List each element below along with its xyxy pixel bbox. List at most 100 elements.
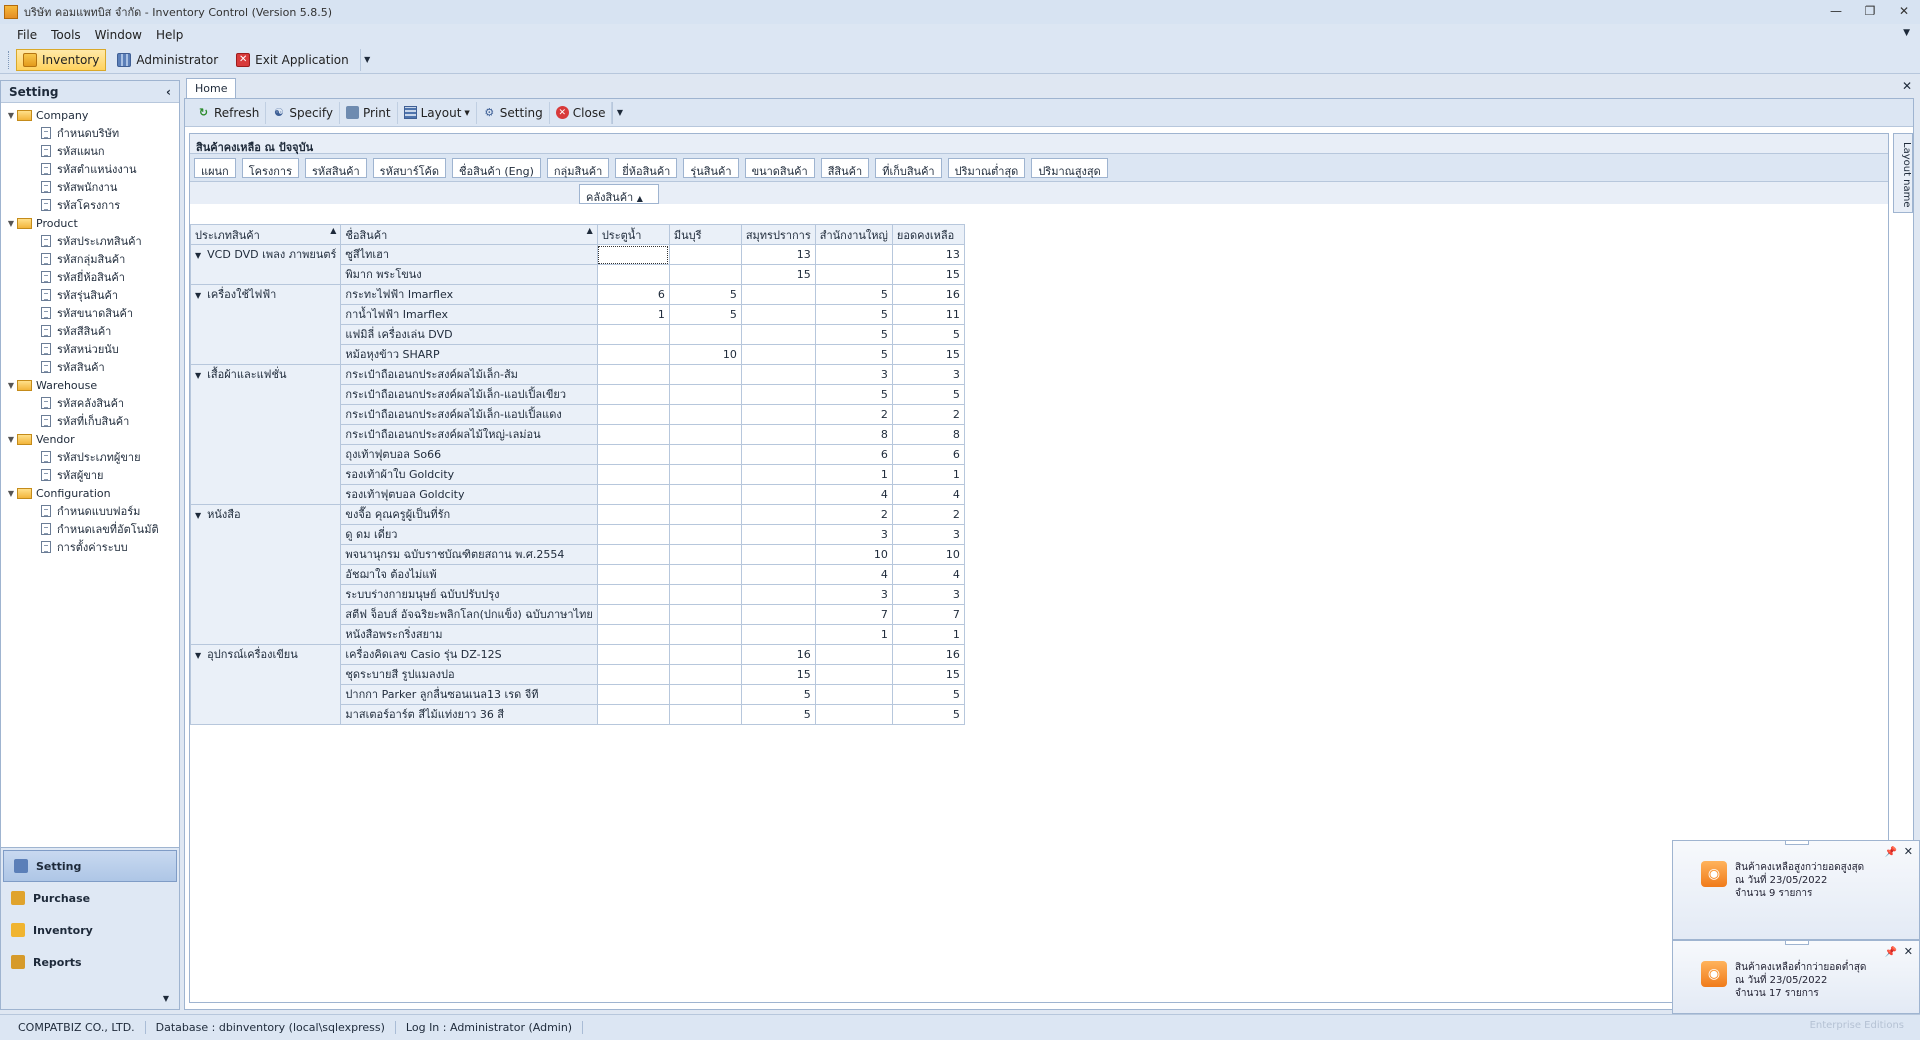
expand-arrow-icon[interactable]: ▼ — [5, 381, 17, 390]
close-notification-icon[interactable]: ✕ — [1904, 945, 1913, 958]
product-name-cell[interactable]: สตีฟ จ็อบส์ อัจฉริยะพลิกโลก(ปกแข็ง) ฉบับ… — [340, 604, 598, 625]
product-name-cell[interactable]: กระเป๋าถือเอนกประสงค์ผลไม้ใหญ่-เลม่อน — [340, 424, 598, 445]
product-name-cell[interactable]: พิมาก พระโขนง — [340, 264, 598, 285]
value-cell[interactable] — [596, 344, 670, 365]
notification-grip[interactable] — [1785, 841, 1809, 845]
value-cell[interactable]: 2 — [891, 504, 965, 525]
toolbar-grip[interactable] — [8, 50, 11, 69]
category-group-cell[interactable]: ▼ เครื่องใช้ไฟฟ้า — [189, 284, 342, 365]
tree-item[interactable]: รหัสประเภทสินค้า — [5, 232, 179, 250]
value-cell[interactable] — [740, 564, 816, 585]
value-cell[interactable]: 1 — [891, 624, 965, 645]
alert-notification[interactable]: 📌 ✕ ◉ สินค้าคงเหลือต่ำกว่ายอดต่ำสุด ณ วั… — [1672, 940, 1920, 1014]
value-cell[interactable]: 3 — [891, 364, 965, 385]
menu-tools[interactable]: Tools — [44, 28, 88, 42]
value-cell[interactable] — [814, 684, 893, 705]
value-cell[interactable] — [668, 404, 742, 425]
value-cell[interactable]: 6 — [596, 284, 670, 305]
collapse-arrow-icon[interactable]: ▼ — [195, 251, 201, 260]
value-cell[interactable]: 3 — [814, 584, 893, 605]
value-cell[interactable]: 4 — [891, 484, 965, 505]
value-cell[interactable]: 11 — [891, 304, 965, 325]
value-cell[interactable]: 15 — [740, 264, 816, 285]
value-cell[interactable] — [740, 484, 816, 505]
menu-file[interactable]: File — [10, 28, 44, 42]
tree-item[interactable]: รหัสขนาดสินค้า — [5, 304, 179, 322]
report-toolbar-overflow-icon[interactable]: ▼ — [612, 101, 626, 124]
value-cell[interactable] — [668, 484, 742, 505]
product-name-cell[interactable]: รองเท้าผ้าใบ Goldcity — [340, 464, 598, 485]
tree-item[interactable]: รหัสที่เก็บสินค้า — [5, 412, 179, 430]
value-cell[interactable]: 13 — [891, 244, 965, 265]
category-group-cell[interactable]: ▼ หนังสือ — [189, 504, 342, 645]
value-cell[interactable]: 6 — [891, 444, 965, 465]
tree-item[interactable]: กำหนดแบบฟอร์ม — [5, 502, 179, 520]
category-group-cell[interactable]: ▼ อุปกรณ์เครื่องเขียน — [189, 644, 342, 725]
product-name-cell[interactable]: กระทะไฟฟ้า Imarflex — [340, 284, 598, 305]
value-cell[interactable]: 5 — [668, 304, 742, 325]
value-cell[interactable] — [668, 464, 742, 485]
product-name-cell[interactable]: กระเป๋าถือเอนกประสงค์ผลไม้เล็ก-แอปเปิ้ลแ… — [340, 404, 598, 425]
value-cell[interactable]: 1 — [814, 624, 893, 645]
tree-item[interactable]: รหัสพนักงาน — [5, 178, 179, 196]
tree-item[interactable]: รหัสสินค้า — [5, 358, 179, 376]
value-cell[interactable]: 5 — [814, 284, 893, 305]
filter-field[interactable]: รหัสสินค้า — [305, 157, 367, 178]
product-name-cell[interactable]: รองเท้าฟุตบอล Goldcity — [340, 484, 598, 505]
value-cell[interactable] — [668, 564, 742, 585]
expand-arrow-icon[interactable]: ▼ — [5, 489, 17, 498]
value-cell[interactable]: 4 — [891, 564, 965, 585]
value-cell[interactable]: 1 — [596, 304, 670, 325]
filter-field[interactable]: ปริมาณต่ำสุด — [947, 157, 1026, 178]
value-cell[interactable] — [740, 304, 816, 325]
value-cell[interactable]: 7 — [891, 604, 965, 625]
value-cell[interactable] — [668, 264, 742, 285]
filter-field[interactable]: รหัสบาร์โค้ด — [372, 157, 447, 178]
value-cell[interactable]: 10 — [891, 544, 965, 565]
value-cell[interactable]: 3 — [891, 524, 965, 545]
value-cell[interactable] — [740, 284, 816, 305]
value-cell[interactable] — [668, 244, 742, 265]
value-cell[interactable]: 4 — [814, 564, 893, 585]
tree-group-vendor[interactable]: ▼ Vendor — [5, 430, 179, 448]
value-cell[interactable]: 13 — [740, 244, 816, 265]
tree-item[interactable]: รหัสรุ่นสินค้า — [5, 286, 179, 304]
tree-group-company[interactable]: ▼ Company — [5, 106, 179, 124]
value-cell[interactable]: 5 — [814, 384, 893, 405]
tree-item[interactable]: กำหนดบริษัท — [5, 124, 179, 142]
nav-inventory[interactable]: Inventory — [1, 914, 179, 946]
product-name-cell[interactable]: มาสเตอร์อาร์ต สีไม้แท่งยาว 36 สี — [340, 704, 598, 725]
tree-item[interactable]: รหัสแผนก — [5, 142, 179, 160]
layout-name-tab[interactable]: Layout name — [1893, 133, 1913, 213]
value-cell[interactable] — [740, 624, 816, 645]
toolbar-overflow-icon[interactable]: ▼ — [359, 48, 374, 71]
tree-item[interactable]: รหัสสีสินค้า — [5, 322, 179, 340]
close-button[interactable]: ✕ Close — [550, 101, 613, 124]
value-cell[interactable] — [596, 484, 670, 505]
value-cell[interactable] — [814, 244, 893, 265]
value-cell[interactable]: 5 — [814, 304, 893, 325]
close-notification-icon[interactable]: ✕ — [1904, 845, 1913, 858]
value-cell[interactable]: 16 — [891, 284, 965, 305]
nav-more-icon[interactable]: ▼ — [163, 994, 169, 1003]
value-cell[interactable] — [596, 524, 670, 545]
setting-button[interactable]: ⚙ Setting — [477, 101, 550, 124]
value-cell[interactable] — [668, 444, 742, 465]
tree-group-product[interactable]: ▼ Product — [5, 214, 179, 232]
value-cell[interactable] — [596, 564, 670, 585]
filter-field[interactable]: ที่เก็บสินค้า — [875, 157, 942, 178]
value-cell[interactable] — [814, 664, 893, 685]
value-cell[interactable]: 5 — [814, 344, 893, 365]
collapse-arrow-icon[interactable]: ▼ — [195, 291, 201, 300]
product-name-cell[interactable]: กระเป๋าถือเอนกประสงค์ผลไม้เล็ก-ส้ม — [340, 364, 598, 385]
close-tab-icon[interactable]: ✕ — [1902, 79, 1912, 93]
filter-field[interactable]: ปริมาณสูงสุด — [1031, 157, 1108, 178]
value-cell[interactable]: 2 — [891, 404, 965, 425]
collapse-panel-icon[interactable]: ‹ — [166, 85, 171, 99]
value-cell[interactable] — [740, 324, 816, 345]
layout-button[interactable]: Layout ▼ — [398, 101, 477, 124]
tree-item[interactable]: กำหนดเลขที่อัตโนมัติ — [5, 520, 179, 538]
inventory-button[interactable]: Inventory — [16, 48, 107, 71]
value-cell[interactable] — [668, 624, 742, 645]
value-cell[interactable] — [740, 524, 816, 545]
